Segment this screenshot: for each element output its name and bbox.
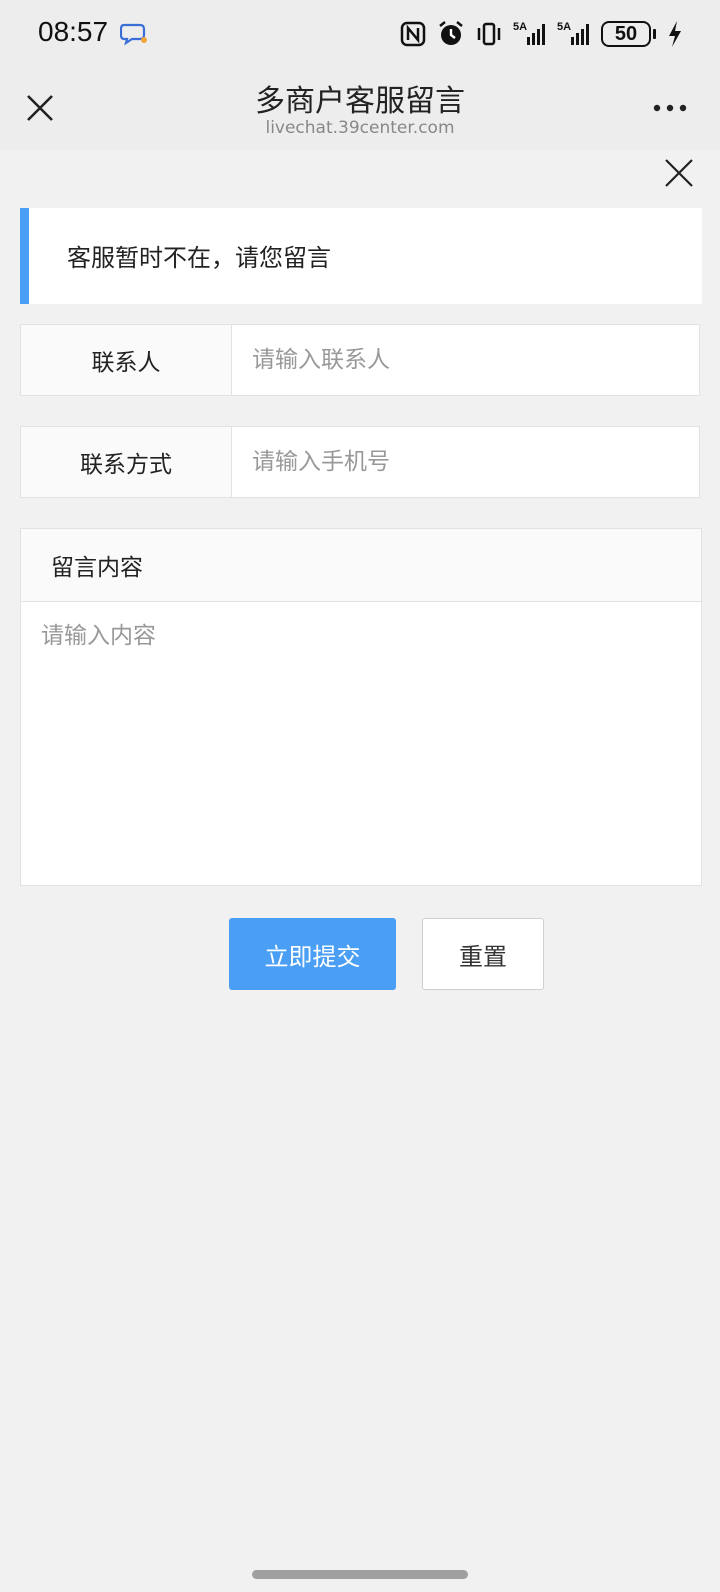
- phone-label: 联系方式: [21, 427, 232, 497]
- message-label: 留言内容: [21, 529, 701, 602]
- notice-text: 客服暂时不在，请您留言: [67, 244, 331, 272]
- title-bar: 多商户客服留言 livechat.39center.com: [0, 66, 720, 150]
- chat-app-icon: [120, 23, 147, 46]
- message-textarea[interactable]: [21, 602, 701, 884]
- status-icons: 5A 5A 50: [399, 18, 684, 50]
- alarm-icon: [439, 21, 463, 45]
- contact-label: 联系人: [21, 325, 232, 395]
- reset-button[interactable]: 重置: [422, 918, 544, 990]
- signal-5g-icon: 5A: [557, 21, 589, 45]
- page-url: livechat.39center.com: [265, 118, 455, 138]
- charging-icon: [669, 21, 681, 47]
- svg-text:5A: 5A: [513, 21, 527, 33]
- signal-5g-icon: 5A: [513, 21, 545, 45]
- contact-input[interactable]: [232, 325, 699, 395]
- page-title: 多商户客服留言: [255, 84, 465, 119]
- home-indicator[interactable]: [252, 1570, 468, 1579]
- panel-close-icon[interactable]: [664, 158, 694, 188]
- message-box: 留言内容: [20, 528, 702, 886]
- status-time: 08:57: [38, 16, 109, 47]
- nfc-icon: [400, 21, 426, 47]
- status-bar: 08:57 5A 5A 50: [0, 0, 720, 66]
- battery-icon: 50: [601, 21, 656, 47]
- phone-row: 联系方式: [20, 426, 700, 498]
- svg-text:5A: 5A: [557, 21, 571, 33]
- submit-button[interactable]: 立即提交: [229, 918, 396, 990]
- vibrate-icon: [477, 22, 501, 46]
- phone-input[interactable]: [232, 427, 699, 497]
- notice-banner: 客服暂时不在，请您留言: [20, 208, 702, 304]
- more-dots-icon[interactable]: [652, 102, 688, 114]
- battery-level: 50: [601, 21, 651, 47]
- contact-row: 联系人: [20, 324, 700, 396]
